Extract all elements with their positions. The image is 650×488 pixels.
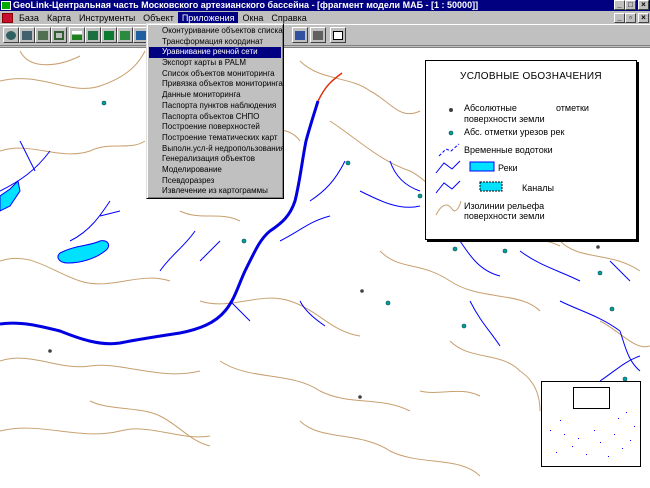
- document-icon[interactable]: [2, 12, 13, 23]
- toolbar: [0, 24, 650, 46]
- menu-item-pseudosection[interactable]: Псевдоразрез: [149, 176, 281, 187]
- equalized-river-segment: [317, 72, 343, 102]
- close-button[interactable]: ×: [638, 0, 649, 10]
- zoom-out-button[interactable]: [19, 27, 35, 43]
- document-window-controls: _ ▫ ×: [614, 12, 649, 23]
- table-button[interactable]: [85, 27, 101, 43]
- select-button[interactable]: [51, 27, 67, 43]
- zoom-in-icon: [6, 30, 16, 40]
- menu-instruments[interactable]: Инструменты: [75, 12, 139, 24]
- menu-item-coord-transform[interactable]: Трансформация координат: [149, 37, 281, 48]
- pan-icon: [38, 30, 48, 40]
- minimize-button[interactable]: _: [614, 0, 625, 10]
- menu-item-snpo-passports[interactable]: Паспорта объектов СНПО: [149, 112, 281, 123]
- contour-symbol: [435, 200, 462, 216]
- map-button[interactable]: [117, 27, 133, 43]
- legend-canals: Каналы: [522, 183, 554, 193]
- elevation-marks: [48, 245, 600, 399]
- legend-contours: Изолинии рельефа: [464, 201, 545, 211]
- menu-item-surfaces[interactable]: Построение поверхностей: [149, 122, 281, 133]
- legend-abs-marks-3: поверхности земли: [464, 114, 545, 124]
- water-bodies: [0, 179, 110, 264]
- legend-abs-marks-2: отметки: [556, 103, 589, 113]
- print-button[interactable]: [310, 27, 326, 43]
- table-icon: [88, 30, 98, 40]
- legend-abs-marks: Абсолютные: [464, 103, 517, 113]
- select-icon: [54, 30, 64, 40]
- menu-item-subsoil-conditions[interactable]: Выполн.усл-й недропользования: [149, 144, 285, 155]
- legend-title: УСЛОВНЫЕ ОБОЗНАЧЕНИЯ: [460, 71, 602, 82]
- elevation-mark-symbol: [449, 108, 453, 112]
- menu-item-thematic-maps[interactable]: Построение тематических карт: [149, 133, 281, 144]
- menu-item-contouring[interactable]: Оконтуривание объектов списка: [149, 26, 283, 37]
- menu-windows[interactable]: Окна: [238, 12, 267, 24]
- grid-button[interactable]: [292, 27, 308, 43]
- menu-item-generalization[interactable]: Генерализация объектов: [149, 154, 281, 165]
- temp-stream-symbol: [438, 143, 460, 157]
- menu-item-monitoring-data[interactable]: Данные мониторинга: [149, 90, 281, 101]
- maximize-button[interactable]: □: [625, 0, 636, 10]
- overview-minimap[interactable]: [541, 381, 641, 467]
- menu-item-monitoring-binding[interactable]: Привязка объектов мониторинга: [149, 79, 283, 90]
- legend-contours-2: поверхности земли: [464, 211, 545, 221]
- legend-edge-marks: Абс. отметки урезов рек: [464, 127, 565, 137]
- menu-bar: База Карта Инструменты Объект Приложения…: [0, 11, 650, 24]
- chart-icon: [104, 30, 114, 40]
- grid-icon: [295, 30, 305, 40]
- zoom-in-button[interactable]: [3, 27, 19, 43]
- menu-karta[interactable]: Карта: [43, 12, 75, 24]
- legend-temp-streams: Временные водотоки: [464, 145, 553, 155]
- report-icon: [136, 30, 146, 40]
- map-legend: УСЛОВНЫЕ ОБОЗНАЧЕНИЯ Абсолютные отметки …: [425, 60, 637, 240]
- zoom-out-icon: [22, 30, 32, 40]
- map-icon: [120, 30, 130, 40]
- doc-restore-button[interactable]: ▫: [625, 12, 636, 23]
- menu-object[interactable]: Объект: [139, 12, 178, 24]
- print-icon: [313, 30, 323, 40]
- menu-item-point-passports[interactable]: Паспорта пунктов наблюдения: [149, 101, 281, 112]
- menu-item-export-palm[interactable]: Экспорт карты в PALM: [149, 58, 281, 69]
- menu-item-cartogram-extract[interactable]: Извлечение из картограммы: [149, 186, 281, 197]
- menu-item-monitoring-list[interactable]: Список объектов мониторинга: [149, 69, 281, 80]
- menu-baza[interactable]: База: [15, 12, 43, 24]
- pan-button[interactable]: [35, 27, 51, 43]
- window-title: GeoLink-Центральная часть Московского ар…: [13, 0, 479, 10]
- minimap-points: [550, 412, 635, 457]
- edge-mark-symbol: [448, 130, 454, 136]
- layer-button[interactable]: [69, 27, 85, 43]
- layer-icon: [72, 30, 82, 40]
- help-icon: [333, 30, 343, 40]
- menu-item-river-equalize[interactable]: Уравнивание речной сети: [149, 47, 281, 59]
- doc-minimize-button[interactable]: _: [614, 12, 625, 23]
- help-button[interactable]: [330, 27, 346, 43]
- menu-item-modeling[interactable]: Моделирование: [149, 165, 281, 176]
- canal-symbol: [435, 180, 503, 194]
- menu-applications[interactable]: Приложения: [177, 11, 239, 24]
- legend-rivers: Реки: [498, 163, 518, 173]
- window-controls: _ □ ×: [614, 0, 649, 10]
- applications-menu: Оконтуривание объектов списка Трансформа…: [146, 23, 285, 199]
- menu-help[interactable]: Справка: [267, 12, 310, 24]
- chart-button[interactable]: [101, 27, 117, 43]
- doc-close-button[interactable]: ×: [638, 12, 649, 23]
- app-icon: [1, 1, 11, 10]
- title-bar: GeoLink-Центральная часть Московского ар…: [0, 0, 650, 11]
- map-canvas[interactable]: УСЛОВНЫЕ ОБОЗНАЧЕНИЯ Абсолютные отметки …: [0, 47, 650, 488]
